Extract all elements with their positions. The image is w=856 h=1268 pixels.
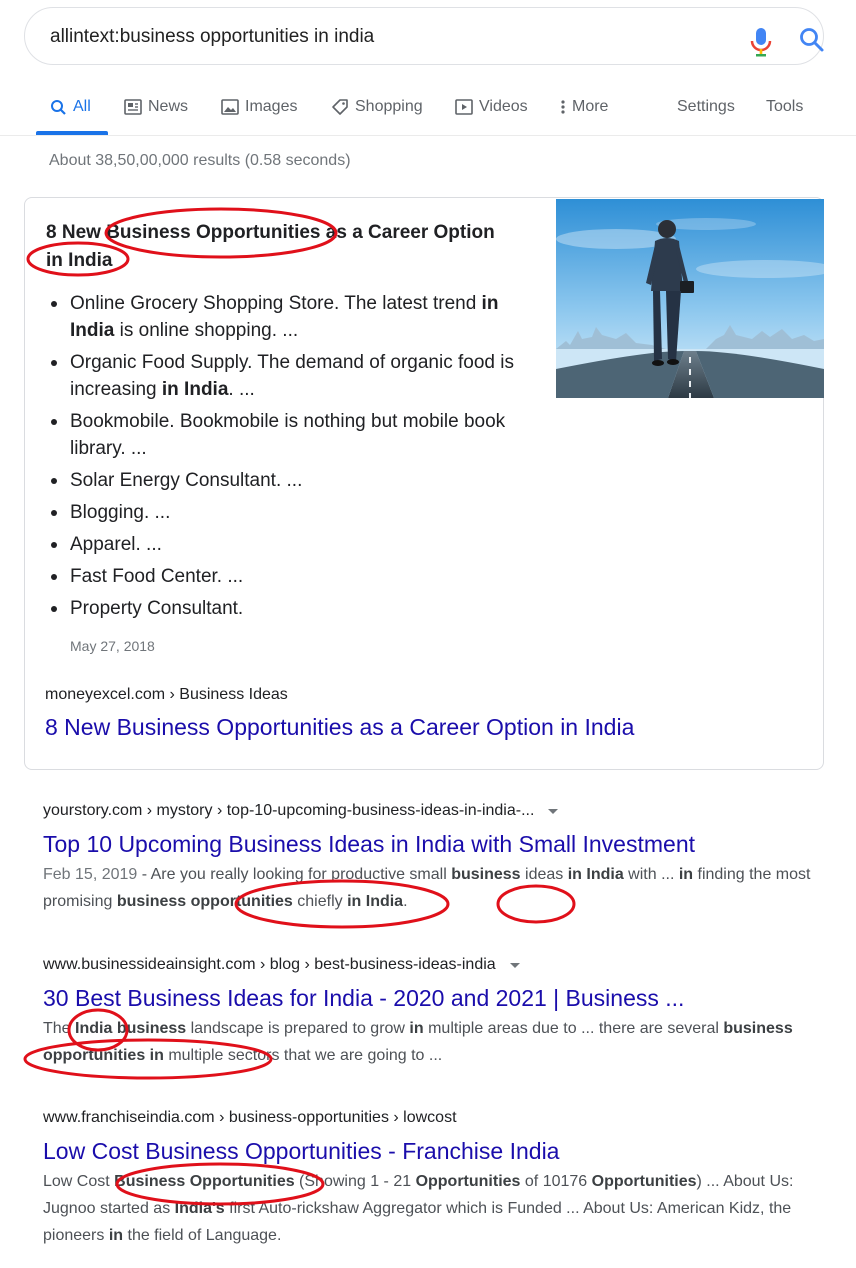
list-item: Online Grocery Shopping Store. The lates…	[51, 290, 540, 344]
result-breadcrumb[interactable]: yourstory.com › mystory › top-10-upcomin…	[43, 799, 823, 823]
result-snippet: Low Cost Business Opportunities (Showing…	[43, 1173, 794, 1244]
featured-image[interactable]	[556, 199, 824, 398]
list-item: Solar Energy Consultant. ...	[51, 467, 540, 494]
featured-breadcrumb[interactable]: moneyexcel.com › Business Ideas	[45, 686, 288, 704]
tab-videos[interactable]: Videos	[455, 98, 528, 116]
featured-result-link[interactable]: 8 New Business Opportunities as a Career…	[45, 714, 634, 741]
result-title-link[interactable]: 30 Best Business Ideas for India - 2020 …	[43, 983, 823, 1013]
result-snippet: The India business landscape is prepared…	[43, 1020, 793, 1064]
search-result: www.franchiseindia.com › business-opport…	[43, 1106, 823, 1249]
tab-shopping-label: Shopping	[355, 98, 423, 115]
image-icon	[221, 99, 239, 115]
list-item: Fast Food Center. ...	[51, 563, 540, 590]
chevron-down-icon[interactable]	[509, 962, 520, 968]
result-title-link[interactable]: Top 10 Upcoming Business Ideas in India …	[43, 829, 823, 859]
featured-title: 8 New Business Opportunities as a Career…	[46, 219, 536, 275]
newspaper-icon	[124, 99, 142, 115]
tab-images-label: Images	[245, 98, 298, 115]
search-icon	[51, 99, 66, 115]
tab-news[interactable]: News	[124, 98, 188, 116]
tools-label: Tools	[766, 98, 804, 115]
list-item: Bookmobile. Bookmobile is nothing but mo…	[51, 408, 540, 462]
tab-images[interactable]: Images	[221, 98, 297, 116]
list-item: Blogging. ...	[51, 499, 540, 526]
featured-list: Online Grocery Shopping Store. The lates…	[51, 290, 540, 627]
featured-date: May 27, 2018	[70, 638, 155, 654]
list-item: Apparel. ...	[51, 531, 540, 558]
tab-videos-label: Videos	[479, 98, 528, 115]
search-result: www.businessideainsight.com › blog › bes…	[43, 953, 823, 1069]
search-input[interactable]: allintext:business opportunities in indi…	[50, 26, 374, 48]
active-tab-indicator	[36, 131, 108, 135]
featured-title-line-2: in India	[46, 250, 113, 271]
tab-more-label: More	[572, 98, 609, 115]
result-breadcrumb[interactable]: www.businessideainsight.com › blog › bes…	[43, 953, 823, 977]
play-icon	[455, 99, 473, 115]
search-result: yourstory.com › mystory › top-10-upcomin…	[43, 799, 823, 915]
tools-link[interactable]: Tools	[766, 98, 803, 116]
microphone-icon[interactable]	[750, 27, 772, 57]
search-tabs: All News Images Shopping Videos More Set…	[0, 84, 856, 136]
tab-all-label: All	[73, 98, 91, 115]
search-box[interactable]: allintext:business opportunities in indi…	[24, 7, 824, 65]
list-item: Organic Food Supply. The demand of organ…	[51, 349, 540, 403]
result-snippet: Feb 15, 2019 - Are you really looking fo…	[43, 866, 811, 910]
search-icon[interactable]	[799, 27, 825, 53]
result-stats: About 38,50,00,000 results (0.58 seconds…	[49, 152, 351, 169]
list-item: Property Consultant.	[51, 595, 540, 622]
result-breadcrumb[interactable]: www.franchiseindia.com › business-opport…	[43, 1106, 823, 1130]
tab-news-label: News	[148, 98, 189, 115]
chevron-down-icon[interactable]	[548, 808, 559, 814]
businessman-walking-image	[556, 199, 824, 398]
tab-more[interactable]: More	[560, 98, 608, 116]
featured-snippet: 8 New Business Opportunities as a Career…	[24, 197, 824, 770]
featured-title-line-1: 8 New Business Opportunities as a Career…	[46, 222, 495, 243]
tag-icon	[332, 99, 348, 115]
settings-label: Settings	[677, 98, 735, 115]
more-vert-icon	[561, 100, 565, 114]
tab-shopping[interactable]: Shopping	[331, 98, 423, 116]
settings-link[interactable]: Settings	[677, 98, 735, 116]
tab-all[interactable]: All	[50, 98, 91, 116]
result-title-link[interactable]: Low Cost Business Opportunities - Franch…	[43, 1136, 823, 1166]
